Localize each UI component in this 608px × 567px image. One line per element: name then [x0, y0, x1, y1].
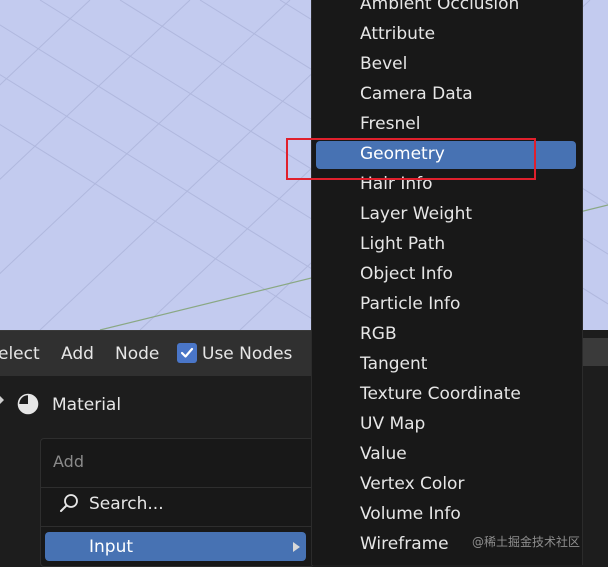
submenu-item-rgb[interactable]: RGB [316, 321, 576, 349]
submenu-item-bevel[interactable]: Bevel [316, 51, 576, 79]
submenu-item-fresnel[interactable]: Fresnel [316, 111, 576, 139]
submenu-item-ambient-occlusion[interactable]: Ambient Occlusion [316, 0, 576, 19]
input-menu-label: Input [89, 537, 134, 557]
submenu-item-vertex-color[interactable]: Vertex Color [316, 471, 576, 499]
submenu-item-object-info[interactable]: Object Info [316, 261, 576, 289]
use-nodes-checkbox[interactable] [177, 343, 197, 363]
side-panel-header [582, 338, 608, 366]
submenu-item-attribute[interactable]: Attribute [316, 21, 576, 49]
add-menu-button[interactable]: Add [61, 344, 94, 364]
submenu-item-layer-weight[interactable]: Layer Weight [316, 201, 576, 229]
search-menu-item[interactable]: Search... [89, 494, 164, 514]
submenu-item-particle-info[interactable]: Particle Info [316, 291, 576, 319]
submenu-item-light-path[interactable]: Light Path [316, 231, 576, 259]
material-row[interactable]: Material [0, 383, 320, 423]
input-submenu: Ambient Occlusion Attribute Bevel Camera… [311, 0, 583, 565]
add-menu: Add Search... Input [40, 438, 314, 567]
submenu-item-uv-map[interactable]: UV Map [316, 411, 576, 439]
node-menu-button[interactable]: Node [115, 344, 159, 364]
material-sphere-icon [17, 393, 39, 415]
watermark: @稀土掘金技术社区 [472, 535, 581, 549]
menu-divider [41, 526, 313, 527]
highlight-annotation-box [286, 138, 536, 180]
expand-arrow-icon[interactable] [0, 394, 4, 406]
submenu-item-texture-coordinate[interactable]: Texture Coordinate [316, 381, 576, 409]
submenu-item-volume-info[interactable]: Volume Info [316, 501, 576, 529]
checkmark-icon [180, 347, 194, 358]
submenu-item-value[interactable]: Value [316, 441, 576, 469]
submenu-arrow-icon [293, 542, 300, 552]
submenu-item-tangent[interactable]: Tangent [316, 351, 576, 379]
add-menu-title: Add [53, 452, 84, 471]
select-menu[interactable]: elect [0, 344, 40, 364]
input-menu-item[interactable]: Input [45, 532, 306, 561]
use-nodes-label[interactable]: Use Nodes [202, 344, 292, 364]
menu-divider [41, 487, 313, 488]
search-icon [60, 494, 78, 512]
material-label: Material [52, 395, 122, 415]
submenu-item-camera-data[interactable]: Camera Data [316, 81, 576, 109]
